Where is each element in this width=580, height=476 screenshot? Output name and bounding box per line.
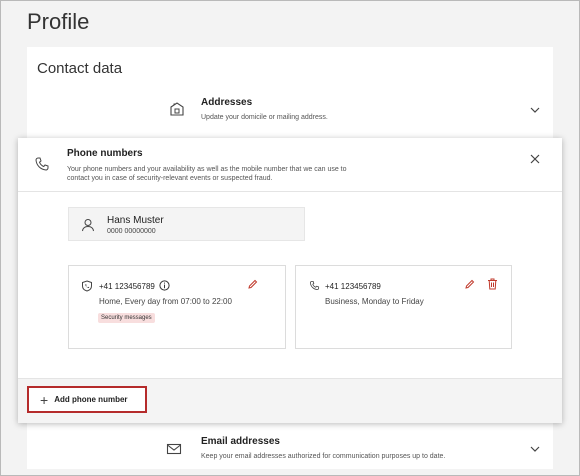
phone-icon — [309, 280, 320, 291]
phone-number-card: +41 123456789 Business, Monday to Friday — [295, 265, 512, 349]
phone-numbers-panel: Phone numbers Your phone numbers and you… — [18, 138, 562, 423]
info-icon[interactable] — [159, 280, 170, 291]
close-icon[interactable] — [528, 152, 542, 166]
plus-icon: + — [40, 391, 49, 408]
trash-icon[interactable] — [487, 278, 498, 290]
chevron-down-icon[interactable] — [528, 103, 542, 117]
phone-numbers-description: Your phone numbers and your availability… — [67, 166, 347, 182]
user-name: Hans Muster — [107, 215, 164, 226]
home-icon — [170, 102, 184, 116]
addresses-title: Addresses — [201, 97, 253, 108]
phone-numbers-footer: + Add phone number — [18, 378, 562, 423]
email-addresses-description: Keep your email addresses authorized for… — [201, 453, 446, 460]
phone-icon — [35, 157, 49, 171]
user-icon — [82, 219, 94, 232]
security-messages-badge: Security messages — [98, 313, 155, 323]
shield-phone-icon — [82, 280, 92, 292]
addresses-row[interactable]: Addresses Update your domicile or mailin… — [27, 91, 553, 131]
phone-number-detail: Home, Every day from 07:00 to 22:00 — [99, 297, 232, 306]
chevron-down-icon[interactable] — [528, 442, 542, 456]
phone-number: +41 123456789 — [325, 282, 381, 291]
edit-icon[interactable] — [464, 279, 475, 290]
add-phone-number-label: Add phone number — [54, 395, 128, 404]
page-title: Profile — [27, 9, 90, 34]
contact-data-title: Contact data — [37, 60, 123, 77]
phone-number: +41 123456789 — [99, 282, 155, 291]
phone-numbers-header: Phone numbers Your phone numbers and you… — [18, 138, 562, 192]
envelope-icon — [166, 443, 182, 455]
phone-numbers-title: Phone numbers — [67, 148, 143, 159]
phone-number-detail: Business, Monday to Friday — [325, 297, 424, 306]
addresses-description: Update your domicile or mailing address. — [201, 114, 328, 121]
email-addresses-row[interactable]: Email addresses Keep your email addresse… — [27, 429, 553, 469]
email-addresses-title: Email addresses — [201, 436, 280, 447]
add-phone-number-button[interactable]: + Add phone number — [27, 386, 147, 413]
user-number: 0000 00000000 — [107, 228, 156, 235]
phone-number-card: +41 123456789 Home, Every day from 07:00… — [68, 265, 286, 349]
user-card: Hans Muster 0000 00000000 — [68, 207, 305, 241]
edit-icon[interactable] — [247, 279, 258, 290]
